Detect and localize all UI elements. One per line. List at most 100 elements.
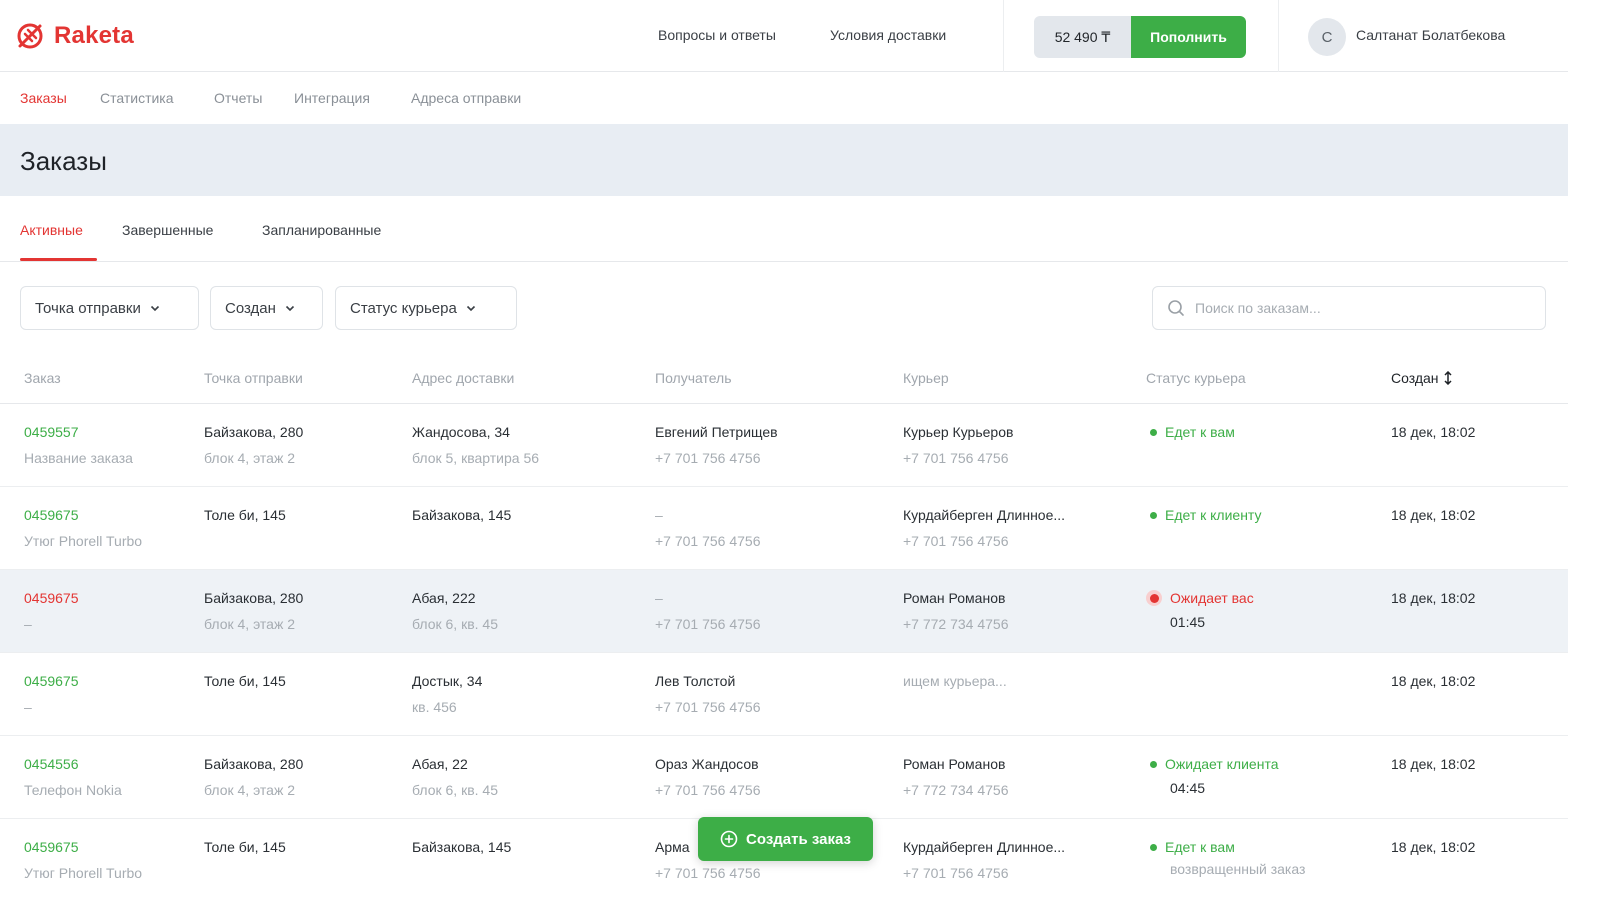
table-row[interactable]: 0459675 – Байзакова, 280 блок 4, этаж 2 Аб…	[0, 570, 1568, 653]
col-courier-status: Статус курьера	[1146, 370, 1246, 386]
tab-scheduled[interactable]: Запланированные	[262, 222, 381, 238]
recipient-name: Евгений Петрищев	[655, 424, 778, 440]
col-courier: Курьер	[903, 370, 949, 386]
order-id[interactable]: 0459675	[24, 839, 142, 855]
filter-label: Создан	[225, 299, 276, 317]
tab-completed[interactable]: Завершенные	[122, 222, 213, 238]
divider	[1278, 0, 1279, 72]
courier-phone: +7 701 756 4756	[903, 450, 1009, 466]
courier-name: Курьер Курьеров	[903, 424, 1014, 440]
courier-status: Ожидает клиента	[1150, 756, 1278, 772]
sender-point: Толе би, 145	[204, 507, 286, 523]
created-at: 18 дек, 18:02	[1391, 756, 1476, 772]
recipient-phone: +7 701 756 4756	[655, 782, 761, 798]
order-name: Название заказа	[24, 450, 133, 466]
col-created[interactable]: Создан	[1391, 370, 1453, 386]
avatar[interactable]: С	[1308, 18, 1346, 56]
order-id[interactable]: 0459675	[24, 673, 79, 689]
delivery-address: Байзакова, 145	[412, 507, 512, 523]
col-sender-point: Точка отправки	[204, 370, 303, 386]
filter-sender-point[interactable]: Точка отправки	[20, 286, 199, 330]
delivery-address-detail: блок 6, кв. 45	[412, 782, 498, 798]
sender-point-detail: блок 4, этаж 2	[204, 450, 295, 466]
col-delivery-address: Адрес доставки	[412, 370, 515, 386]
col-order: Заказ	[24, 370, 61, 386]
courier-phone: +7 772 734 4756	[903, 782, 1009, 798]
order-id[interactable]: 0459675	[24, 507, 142, 523]
tab-active[interactable]: Активные	[20, 222, 83, 238]
courier-name: Роман Романов	[903, 590, 1006, 606]
table-row[interactable]: 0459557 Название заказа Байзакова, 280 бло…	[0, 404, 1568, 487]
sender-point-detail: блок 4, этаж 2	[204, 782, 295, 798]
delivery-address-detail: блок 6, кв. 45	[412, 616, 498, 632]
nav-item-sender-addresses[interactable]: Адреса отправки	[411, 90, 521, 106]
created-at: 18 дек, 18:02	[1391, 507, 1476, 523]
delivery-terms-link[interactable]: Условия доставки	[830, 27, 946, 43]
sort-icon	[1444, 371, 1452, 385]
status-dot-icon	[1150, 843, 1157, 851]
recipient-phone: +7 701 756 4756	[655, 616, 761, 632]
recipient-phone: +7 701 756 4756	[655, 450, 761, 466]
order-name: Утюг Phorell Turbo	[24, 533, 143, 549]
status-text: Едет к клиенту	[1165, 507, 1262, 523]
delivery-address: Абая, 22	[412, 756, 468, 772]
chevron-down-icon	[285, 305, 295, 312]
status-text: Ожидает клиента	[1165, 756, 1279, 772]
order-id[interactable]: 0454556	[24, 756, 122, 772]
created-at: 18 дек, 18:02	[1391, 673, 1476, 689]
nav-item-orders[interactable]: Заказы	[20, 90, 67, 106]
nav-item-statistics[interactable]: Статистика	[100, 90, 174, 106]
filter-label: Точка отправки	[35, 299, 141, 317]
create-order-button[interactable]: Создать заказ	[698, 817, 873, 861]
brand-name: Raketa	[54, 22, 134, 49]
delivery-address-detail: кв. 456	[412, 699, 457, 715]
recipient-phone: +7 701 756 4756	[655, 533, 761, 549]
status-dot-icon	[1150, 428, 1157, 436]
filter-courier-status[interactable]: Статус курьера	[335, 286, 517, 330]
recipient-name: Ораз Жандосов	[655, 756, 759, 772]
active-tab-indicator	[20, 258, 97, 261]
table-row[interactable]: 0459675 Утюг Phorell Turbo Толе би, 145 Б…	[0, 487, 1568, 570]
order-name: Утюг Phorell Turbo	[24, 865, 143, 881]
return-note: возвращенный заказ	[1170, 861, 1306, 877]
created-at: 18 дек, 18:02	[1391, 839, 1476, 855]
faq-link[interactable]: Вопросы и ответы	[658, 27, 776, 43]
courier-phone: +7 772 734 4756	[903, 616, 1009, 632]
sender-point: Байзакова, 280	[204, 424, 304, 440]
sender-point: Байзакова, 280	[204, 590, 304, 606]
col-recipient: Получатель	[655, 370, 732, 386]
recipient-name: Лев Толстой	[655, 673, 736, 689]
status-dot-icon	[1150, 760, 1157, 768]
sender-point-detail: блок 4, этаж 2	[204, 616, 295, 632]
title-band: Заказы	[0, 124, 1568, 196]
brand-logo[interactable]: Raketa	[14, 20, 134, 52]
topup-button[interactable]: Пополнить	[1131, 16, 1246, 58]
page-title: Заказы	[20, 146, 107, 176]
divider	[1003, 0, 1004, 72]
table-row[interactable]: 0454556 Телефон Nokia Байзакова, 280 блок …	[0, 736, 1568, 819]
order-name: Телефон Nokia	[24, 782, 122, 798]
sender-point: Толе би, 145	[204, 673, 286, 689]
created-at: 18 дек, 18:02	[1391, 590, 1476, 606]
order-search[interactable]	[1152, 286, 1546, 330]
alert-dot-icon	[1146, 590, 1162, 606]
courier-phone: +7 701 756 4756	[903, 533, 1009, 549]
order-id[interactable]: 0459675	[24, 590, 79, 606]
user-name[interactable]: Салтанат Болатбекова	[1356, 27, 1505, 43]
courier-phone: +7 701 756 4756	[903, 865, 1009, 881]
delivery-address-detail: блок 5, квартира 56	[412, 450, 540, 466]
courier-name: Роман Романов	[903, 756, 1006, 772]
order-tabs: Активные Завершенные Запланированные	[0, 196, 1568, 262]
col-created-label: Создан	[1391, 370, 1439, 386]
order-id[interactable]: 0459557	[24, 424, 133, 440]
table-row[interactable]: 0459675– Толе би, 145 Достык, 34 кв. 456 …	[0, 653, 1568, 736]
section-nav: Заказы Статистика Отчеты Интеграция Адре…	[0, 72, 1568, 124]
balance-display: 52 490 ₸	[1034, 16, 1131, 58]
search-input[interactable]	[1195, 300, 1515, 316]
wait-timer: 01:45	[1170, 614, 1206, 630]
courier-name: Курдайберген Длинное...	[903, 507, 1066, 523]
courier-status: Едет к вам	[1150, 839, 1305, 855]
nav-item-reports[interactable]: Отчеты	[214, 90, 262, 106]
nav-item-integration[interactable]: Интеграция	[294, 90, 370, 106]
filter-created[interactable]: Создан	[210, 286, 323, 330]
